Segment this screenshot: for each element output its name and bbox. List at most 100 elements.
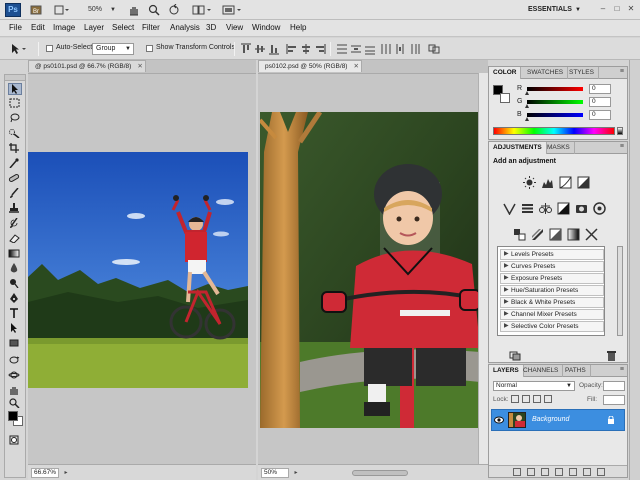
document-zoom-field-1[interactable]: 66.67% [31, 468, 59, 478]
preset-channel-mixer[interactable]: ▶ Channel Mixer Presets [500, 309, 604, 320]
history-brush-tool[interactable] [8, 218, 22, 230]
arrange-documents-button[interactable] [190, 3, 214, 17]
hand-tool[interactable] [8, 385, 22, 397]
distribute-bottom-button[interactable] [364, 43, 376, 55]
healing-brush-tool[interactable] [8, 173, 22, 185]
presets-scrollbar[interactable] [617, 246, 623, 336]
status-menu-icon[interactable]: ▸ [292, 469, 300, 477]
quick-mask-button[interactable] [8, 435, 22, 447]
lasso-tool[interactable] [8, 113, 22, 125]
show-transform-checkbox[interactable] [146, 45, 153, 52]
grayscale-ramp[interactable] [617, 127, 623, 135]
align-top-button[interactable] [240, 43, 252, 55]
new-adjustment-layer-icon[interactable] [555, 468, 563, 476]
background-color-swatch[interactable] [500, 93, 510, 103]
lock-transparent-icon[interactable] [511, 395, 519, 403]
view-extras-button[interactable] [52, 3, 70, 17]
path-selection-tool[interactable] [8, 323, 22, 335]
crop-tool[interactable] [8, 143, 22, 155]
preset-black-white[interactable]: ▶ Black & White Presets [500, 297, 604, 308]
type-tool[interactable] [8, 308, 22, 320]
eye-icon[interactable] [494, 416, 504, 424]
tab-swatches[interactable]: SWATCHES [523, 67, 569, 79]
blend-mode-select[interactable]: Normal ▼ [493, 381, 575, 391]
green-slider-knob[interactable] [525, 104, 529, 108]
document-scrollbar-vertical[interactable] [478, 73, 488, 464]
distribute-top-button[interactable] [336, 43, 348, 55]
marquee-tool[interactable] [8, 98, 22, 110]
hand-tool-button[interactable] [126, 3, 142, 17]
auto-select-dropdown[interactable]: Group ▼ [92, 43, 134, 55]
quick-selection-tool[interactable] [8, 128, 22, 140]
distribute-vcenter-button[interactable] [350, 43, 362, 55]
tab-channels[interactable]: CHANNELS [519, 365, 564, 377]
tab-styles[interactable]: STYLES [565, 67, 599, 79]
red-value-field[interactable]: 0 [589, 84, 611, 94]
tab-paths[interactable]: PATHS [561, 365, 591, 377]
layer-style-icon[interactable] [527, 468, 535, 476]
green-slider[interactable] [527, 100, 583, 104]
align-hcenter-button[interactable] [300, 43, 312, 55]
close-tab-icon[interactable]: ✕ [353, 63, 358, 70]
align-right-button[interactable] [314, 43, 326, 55]
menu-file[interactable]: File [9, 23, 22, 32]
align-left-button[interactable] [286, 43, 298, 55]
menu-image[interactable]: Image [53, 23, 75, 32]
document-tab-2[interactable]: ps0102.psd @ 50% (RGB/8) ✕ [258, 60, 362, 72]
distribute-left-button[interactable] [380, 43, 392, 55]
document-canvas-2[interactable] [258, 73, 488, 464]
menu-edit[interactable]: Edit [31, 23, 45, 32]
add-mask-icon[interactable] [541, 468, 549, 476]
zoom-level-select[interactable]: 50% ▼ [82, 4, 118, 16]
preset-selective-color[interactable]: ▶ Selective Color Presets [500, 321, 604, 332]
new-group-icon[interactable] [569, 468, 577, 476]
workspace-switcher[interactable]: ESSENTIALS ▼ [528, 4, 581, 16]
shape-tool[interactable] [8, 338, 22, 350]
3d-orbit-tool[interactable] [8, 370, 22, 382]
distribute-hcenter-button[interactable] [394, 43, 406, 55]
preset-hue-saturation[interactable]: ▶ Hue/Saturation Presets [500, 285, 604, 296]
3d-rotate-tool[interactable] [8, 355, 22, 367]
hue-saturation-button[interactable] [521, 202, 534, 215]
menu-3d[interactable]: 3D [206, 23, 216, 32]
maximize-button[interactable]: □ [612, 4, 622, 14]
align-vcenter-button[interactable] [254, 43, 266, 55]
delete-adjustment-button[interactable] [605, 350, 618, 363]
opacity-field[interactable] [603, 381, 625, 391]
close-button[interactable]: ✕ [626, 4, 636, 14]
levels-button[interactable] [541, 176, 554, 189]
document-scrollbar-horizontal[interactable] [352, 470, 408, 476]
bridge-button[interactable]: Br [28, 3, 44, 17]
gradient-tool[interactable] [8, 248, 22, 260]
preset-curves[interactable]: ▶ Curves Presets [500, 261, 604, 272]
clone-stamp-tool[interactable] [8, 203, 22, 215]
vibrance-button[interactable] [503, 202, 516, 215]
panel-menu-icon[interactable]: ≡ [620, 143, 624, 150]
red-slider[interactable] [527, 87, 583, 91]
brightness-contrast-button[interactable] [523, 176, 536, 189]
blue-slider-knob[interactable] [525, 117, 529, 121]
red-slider-knob[interactable] [525, 91, 529, 95]
photo-filter-button[interactable] [575, 202, 588, 215]
blue-value-field[interactable]: 0 [589, 110, 611, 120]
menu-filter[interactable]: Filter [142, 23, 160, 32]
move-tool[interactable] [8, 83, 22, 95]
menu-select[interactable]: Select [112, 23, 134, 32]
selective-color-button[interactable] [585, 228, 598, 241]
threshold-button[interactable] [549, 228, 562, 241]
zoom-tool-button[interactable] [146, 3, 162, 17]
tab-adjustments[interactable]: ADJUSTMENTS [489, 142, 547, 154]
move-tool-preset-button[interactable] [10, 43, 26, 55]
eraser-tool[interactable] [8, 233, 22, 245]
menu-analysis[interactable]: Analysis [170, 23, 200, 32]
preset-exposure[interactable]: ▶ Exposure Presets [500, 273, 604, 284]
rotate-view-button[interactable] [166, 3, 182, 17]
new-layer-icon[interactable] [583, 468, 591, 476]
minimize-button[interactable]: – [598, 4, 608, 14]
auto-select-checkbox[interactable] [46, 45, 53, 52]
menu-window[interactable]: Window [252, 23, 280, 32]
blur-tool[interactable] [8, 263, 22, 275]
zoom-tool[interactable] [8, 398, 22, 410]
delete-layer-icon[interactable] [597, 468, 605, 476]
document-tab-1[interactable]: @ ps0101.psd @ 66.7% (RGB/8) ✕ [28, 60, 146, 72]
